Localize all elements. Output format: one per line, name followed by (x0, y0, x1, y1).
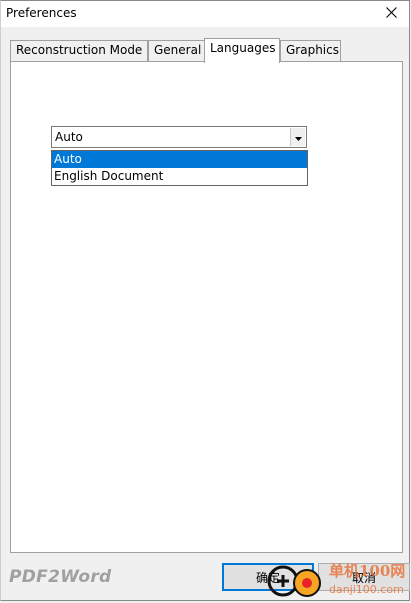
close-icon (385, 7, 397, 21)
cancel-button-label: 取消 (351, 570, 376, 585)
dialog-title: Preferences (6, 6, 77, 20)
app-brand-label: PDF2Word (9, 567, 112, 587)
tab-label: Reconstruction Mode (16, 43, 143, 57)
language-select-value: Auto (55, 130, 83, 144)
language-select[interactable]: Auto (51, 126, 307, 148)
tab-label: Graphics (286, 43, 339, 57)
language-option-auto[interactable]: Auto (52, 151, 307, 168)
tab-graphics[interactable]: Graphics (280, 40, 341, 61)
tab-strip: Reconstruction Mode General Languages Gr… (10, 38, 403, 63)
title-bar: Preferences (1, 1, 409, 27)
close-button[interactable] (373, 1, 409, 27)
language-dropdown-list: Auto English Document (51, 150, 308, 186)
tab-label: Languages (210, 41, 276, 55)
tab-general[interactable]: General (148, 40, 205, 61)
ok-button-label: 确定 (255, 570, 280, 585)
cancel-button[interactable]: 取消 (318, 563, 410, 591)
dropdown-arrow-button[interactable] (290, 128, 305, 146)
tab-label: General (154, 43, 202, 57)
ok-button[interactable]: 确定 (222, 563, 314, 591)
languages-panel: Auto Auto English Document (10, 61, 403, 553)
tab-reconstruction-mode[interactable]: Reconstruction Mode (10, 40, 148, 61)
tab-languages[interactable]: Languages (204, 38, 280, 63)
chevron-down-icon (294, 130, 302, 144)
preferences-dialog: Preferences Reconstruction Mode General … (0, 0, 410, 601)
language-option-english-document[interactable]: English Document (52, 168, 307, 185)
